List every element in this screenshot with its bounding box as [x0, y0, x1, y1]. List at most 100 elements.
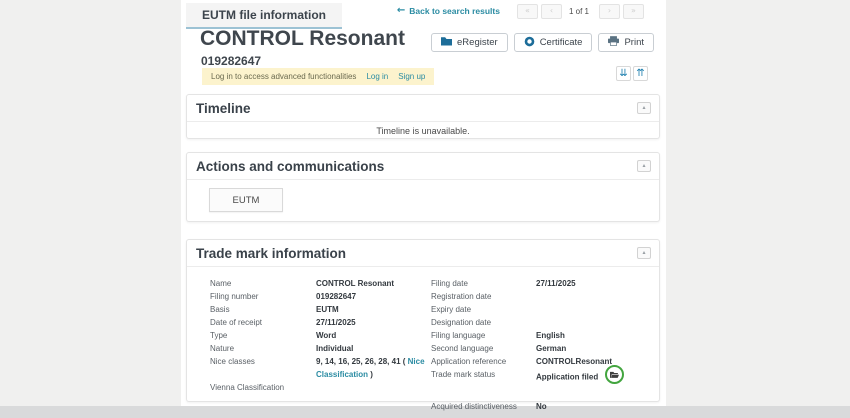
- field-row: BasisEUTM: [210, 303, 431, 316]
- field-label: Expiry date: [431, 303, 536, 316]
- eregister-folder-icon: [441, 36, 452, 49]
- back-to-search-results-link[interactable]: ← Back to search results: [397, 6, 500, 16]
- actions-collapse-icon: ▴: [643, 163, 646, 169]
- field-label: Basis: [210, 303, 316, 316]
- actions-tab-eutm[interactable]: EUTM: [209, 188, 283, 212]
- pagination-last-icon: »: [631, 7, 636, 15]
- field-value: [316, 381, 431, 394]
- back-arrow-icon: ←: [397, 6, 405, 16]
- field-label: Type: [210, 329, 316, 342]
- login-notice-bar: Log in to access advanced functionalitie…: [202, 68, 434, 85]
- actions-communications-section: Actions and communications ▴ EUTM: [186, 152, 660, 222]
- pagination-previous-button[interactable]: ‹: [541, 4, 562, 19]
- log-in-link[interactable]: Log in: [366, 72, 388, 81]
- timeline-collapse-button[interactable]: ▴: [637, 102, 651, 114]
- actions-header: Actions and communications ▴: [187, 153, 659, 180]
- pagination-first-icon: «: [525, 7, 530, 15]
- field-value: 27/11/2025: [536, 277, 651, 290]
- field-label: Trade mark status: [431, 368, 536, 387]
- tab-label: EUTM file information: [202, 8, 326, 22]
- field-value: Individual: [316, 342, 431, 355]
- field-value: [536, 303, 651, 316]
- tab-eutm-file-information[interactable]: EUTM file information: [186, 3, 342, 29]
- print-label: Print: [624, 37, 644, 48]
- trade-mark-title: CONTROL Resonant: [200, 27, 405, 51]
- actions-collapse-button[interactable]: ▴: [637, 160, 651, 172]
- field-label: Filing date: [431, 277, 536, 290]
- printer-icon: [608, 36, 619, 49]
- trade-mark-fields-left-column: NameCONTROL ResonantFiling number0192826…: [210, 277, 431, 413]
- field-row: Second languageGerman: [431, 342, 651, 355]
- field-label: Registration date: [431, 290, 536, 303]
- actions-title: Actions and communications: [196, 159, 384, 174]
- field-label: Second language: [431, 342, 536, 355]
- pagination-first-button[interactable]: «: [517, 4, 538, 19]
- trade-mark-information-collapse-button[interactable]: ▴: [637, 247, 651, 259]
- field-label: Date of receipt: [210, 316, 316, 329]
- field-row: Filing languageEnglish: [431, 329, 651, 342]
- eregister-label: eRegister: [457, 37, 498, 48]
- trade-mark-information-collapse-icon: ▴: [643, 250, 646, 256]
- field-label: Designation date: [431, 316, 536, 329]
- timeline-title: Timeline: [196, 101, 251, 116]
- expand-all-icon: ⇈: [636, 69, 644, 79]
- field-value: CONTROLResonant: [536, 355, 651, 368]
- trade-mark-information-header: Trade mark information ▴: [187, 240, 659, 267]
- field-value: 9, 14, 16, 25, 26, 28, 41 ( Nice Classif…: [316, 355, 431, 381]
- field-value: 019282647: [316, 290, 431, 303]
- field-label: Nice classes: [210, 355, 316, 381]
- field-value: German: [536, 342, 651, 355]
- field-label: Name: [210, 277, 316, 290]
- field-label: Filing language: [431, 329, 536, 342]
- login-notice-message: Log in to access advanced functionalitie…: [211, 72, 356, 81]
- field-row: Vienna Classification: [210, 381, 431, 394]
- certificate-label: Certificate: [540, 37, 583, 48]
- content-column: EUTM file information ← Back to search r…: [181, 0, 666, 406]
- collapse-all-icon: ⇊: [619, 69, 627, 79]
- expand-all-button[interactable]: ⇈: [633, 66, 648, 81]
- field-row: Acquired distinctivenessNo: [431, 400, 651, 413]
- trade-mark-information-title: Trade mark information: [196, 246, 346, 261]
- certificate-seal-icon: [524, 36, 535, 50]
- field-label: Nature: [210, 342, 316, 355]
- field-row: NatureIndividual: [210, 342, 431, 355]
- certificate-button[interactable]: Certificate: [514, 33, 593, 52]
- field-value: CONTROL Resonant: [316, 277, 431, 290]
- field-value: Application filed: [536, 368, 651, 387]
- results-navigation-toolbar: ← Back to search results « ‹ 1 of 1 › »: [397, 3, 644, 19]
- timeline-empty-message: Timeline is unavailable.: [187, 122, 659, 140]
- field-row: NameCONTROL Resonant: [210, 277, 431, 290]
- trade-mark-fields-right-column: Filing date27/11/2025Registration dateEx…: [431, 277, 651, 413]
- pagination-last-button[interactable]: »: [623, 4, 644, 19]
- field-row: Filing date27/11/2025: [431, 277, 651, 290]
- back-link-label: Back to search results: [409, 6, 500, 16]
- trade-mark-information-section: Trade mark information ▴ NameCONTROL Res…: [186, 239, 660, 402]
- field-value: [536, 316, 651, 329]
- field-value: EUTM: [316, 303, 431, 316]
- field-label: Application reference: [431, 355, 536, 368]
- field-row: Designation date: [431, 316, 651, 329]
- application-number: 019282647: [201, 54, 261, 68]
- field-row: Expiry date: [431, 303, 651, 316]
- pagination-previous-icon: ‹: [550, 7, 553, 15]
- field-value: English: [536, 329, 651, 342]
- collapse-all-button[interactable]: ⇊: [616, 66, 631, 81]
- trade-mark-fields: NameCONTROL ResonantFiling number0192826…: [187, 267, 659, 413]
- print-button[interactable]: Print: [598, 33, 654, 52]
- field-label: Vienna Classification: [210, 381, 316, 394]
- sign-up-link[interactable]: Sign up: [398, 72, 425, 81]
- pagination-next-button[interactable]: ›: [599, 4, 620, 19]
- field-row: TypeWord: [210, 329, 431, 342]
- field-value: [536, 290, 651, 303]
- pagination-next-icon: ›: [608, 7, 611, 15]
- field-row: Date of receipt27/11/2025: [210, 316, 431, 329]
- eregister-button[interactable]: eRegister: [431, 33, 508, 52]
- nice-classification-link[interactable]: Nice Classification: [316, 357, 425, 379]
- field-row: Filing number019282647: [210, 290, 431, 303]
- eutm-file-information-page: EUTM file information ← Back to search r…: [0, 0, 850, 418]
- field-value: 27/11/2025: [316, 316, 431, 329]
- field-row: Registration date: [431, 290, 651, 303]
- field-row: Trade mark statusApplication filed: [431, 368, 651, 387]
- field-value: No: [536, 400, 651, 413]
- trade-mark-status-icon: [605, 365, 624, 384]
